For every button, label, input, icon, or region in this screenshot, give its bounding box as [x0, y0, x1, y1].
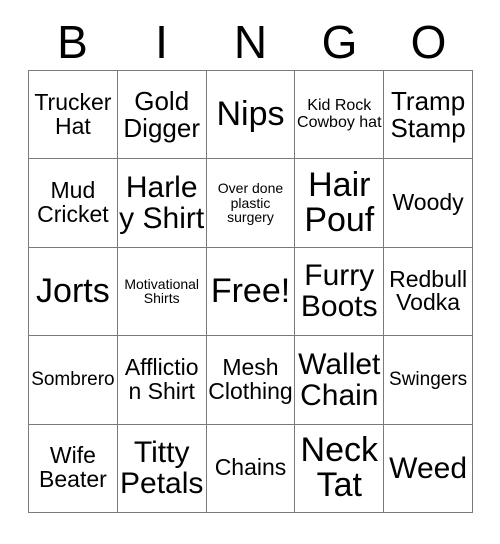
bingo-cell[interactable]: Motivational Shirts	[117, 247, 207, 337]
bingo-header-row: B I N G O	[28, 14, 473, 70]
bingo-free-space[interactable]: Free!	[206, 247, 296, 337]
bingo-cell-label: Harley Shirt	[119, 170, 205, 236]
bingo-cell[interactable]: Kid Rock Cowboy hat	[295, 71, 385, 160]
bingo-cell-label: Free!	[210, 271, 291, 310]
bingo-card: B I N G O Trucker Hat Gold Digger Nips Kid …	[0, 0, 500, 544]
bingo-cell[interactable]: Affliction Shirt	[117, 336, 207, 425]
bingo-cell-label: Nips	[216, 95, 285, 134]
bingo-cell[interactable]: Trucker Hat	[29, 71, 118, 160]
bingo-cell[interactable]: Nips	[206, 71, 296, 160]
bingo-cell-label: Mesh Clothing	[208, 353, 293, 404]
bingo-cell[interactable]: Swingers	[384, 336, 473, 425]
bingo-cell[interactable]: Tramp Stamp	[384, 71, 473, 160]
bingo-cell[interactable]: Over done plastic surgery	[206, 159, 296, 248]
bingo-cell-label: Redbull Vodka	[389, 265, 468, 316]
bingo-cell-label: Hair Pouf	[304, 165, 375, 240]
bingo-grid: Trucker Hat Gold Digger Nips Kid Rock Cowbo…	[28, 70, 473, 513]
bingo-cell-label: Over done plastic surgery	[217, 180, 284, 226]
bingo-header-letter-o: O	[410, 16, 447, 68]
bingo-cell-label: Chains	[214, 454, 287, 481]
bingo-cell-label: Mud Cricket	[37, 177, 109, 228]
bingo-cell[interactable]: Chains	[206, 424, 296, 513]
bingo-cell-label: Tramp Stamp	[390, 85, 466, 143]
bingo-cell[interactable]: Mud Cricket	[29, 159, 118, 248]
bingo-cell[interactable]: Weed	[384, 424, 473, 513]
bingo-cell[interactable]: Wallet Chain	[295, 336, 385, 425]
bingo-cell[interactable]: Harley Shirt	[117, 159, 207, 248]
bingo-cell[interactable]: Hair Pouf	[295, 159, 385, 248]
bingo-header-letter-g: G	[321, 16, 358, 68]
bingo-cell-label: Jorts	[36, 271, 110, 310]
bingo-cell[interactable]: Neck Tat	[295, 424, 385, 513]
bingo-cell[interactable]: Redbull Vodka	[384, 247, 473, 337]
bingo-cell[interactable]: Wife Beater	[29, 424, 118, 513]
bingo-cell-label: Wallet Chain	[298, 347, 381, 412]
bingo-cell-label: Trucker Hat	[34, 88, 112, 139]
bingo-cell[interactable]: Titty Petals	[117, 424, 207, 513]
bingo-cell-label: Wife Beater	[39, 442, 107, 493]
bingo-cell[interactable]: Furry Boots	[295, 247, 385, 337]
bingo-cell-label: Neck Tat	[300, 430, 379, 505]
bingo-cell-label: Sombrero	[31, 369, 115, 391]
bingo-header-letter-b: B	[57, 16, 88, 68]
bingo-cell[interactable]: Sombrero	[29, 336, 118, 425]
bingo-cell-label: Furry Boots	[300, 259, 378, 324]
bingo-cell-label: Titty Petals	[120, 436, 204, 501]
bingo-cell[interactable]: Woody	[384, 159, 473, 248]
bingo-header-letter-i: I	[155, 16, 168, 68]
bingo-cell-label: Motivational Shirts	[124, 275, 200, 307]
bingo-cell-label: Gold Digger	[123, 85, 200, 143]
bingo-cell-label: Kid Rock Cowboy hat	[297, 97, 382, 131]
bingo-cell[interactable]: Mesh Clothing	[206, 336, 296, 425]
bingo-header-letter-n: N	[233, 16, 268, 68]
bingo-cell[interactable]: Jorts	[29, 247, 118, 337]
bingo-cell-label: Weed	[389, 451, 467, 485]
bingo-cell-label: Affliction Shirt	[124, 353, 199, 404]
bingo-cell-label: Woody	[392, 189, 464, 216]
bingo-cell-label: Swingers	[389, 369, 468, 391]
bingo-cell[interactable]: Gold Digger	[117, 71, 207, 160]
